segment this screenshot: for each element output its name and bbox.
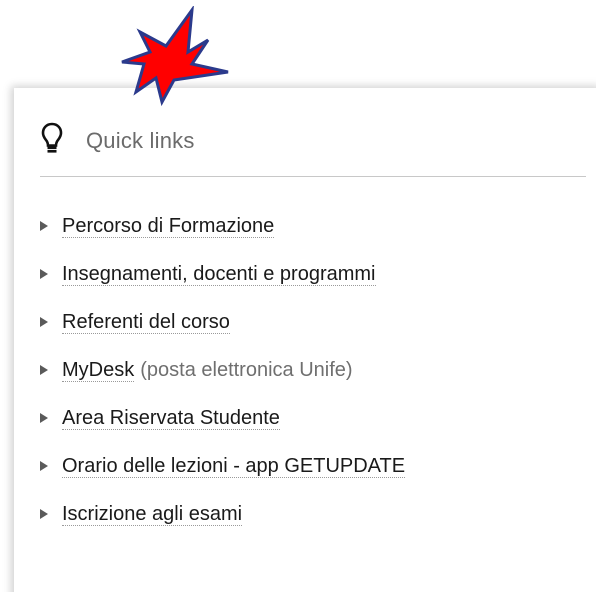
panel-header: Quick links: [40, 118, 195, 158]
bullet-triangle-icon: [40, 413, 48, 423]
list-item: Referenti del corso: [40, 298, 405, 346]
bullet-triangle-icon: [40, 461, 48, 471]
bullet-triangle-icon: [40, 509, 48, 519]
link-insegnamenti[interactable]: Insegnamenti, docenti e programmi: [62, 263, 376, 286]
red-arrow-annotation-icon: [121, 6, 229, 107]
bullet-triangle-icon: [40, 221, 48, 231]
list-item: Percorso di Formazione: [40, 202, 405, 250]
header-divider: [40, 176, 586, 177]
list-item: MyDesk (posta elettronica Unife): [40, 346, 405, 394]
link-area-riservata[interactable]: Area Riservata Studente: [62, 407, 280, 430]
mydesk-note: (posta elettronica Unife): [140, 359, 353, 381]
quick-links-list: Percorso di Formazione Insegnamenti, doc…: [40, 202, 406, 538]
link-mydesk[interactable]: MyDesk: [62, 359, 135, 382]
list-item: Area Riservata Studente: [40, 394, 405, 442]
link-iscrizione-esami[interactable]: Iscrizione agli esami: [62, 503, 243, 526]
link-referenti[interactable]: Referenti del corso: [62, 311, 230, 334]
lightbulb-icon: [40, 121, 64, 155]
page: Quick links Percorso di Formazione Inseg…: [0, 0, 596, 592]
link-orario-lezioni[interactable]: Orario delle lezioni - app GETUPDATE: [62, 455, 406, 478]
link-percorso-formazione[interactable]: Percorso di Formazione: [62, 215, 275, 238]
list-item: Orario delle lezioni - app GETUPDATE: [40, 442, 406, 490]
bullet-triangle-icon: [40, 269, 48, 279]
top-background: [0, 0, 596, 92]
bullet-triangle-icon: [40, 365, 48, 375]
bullet-triangle-icon: [40, 317, 48, 327]
list-item: Iscrizione agli esami: [40, 490, 405, 538]
list-item: Insegnamenti, docenti e programmi: [40, 250, 405, 298]
panel-title: Quick links: [86, 128, 195, 153]
